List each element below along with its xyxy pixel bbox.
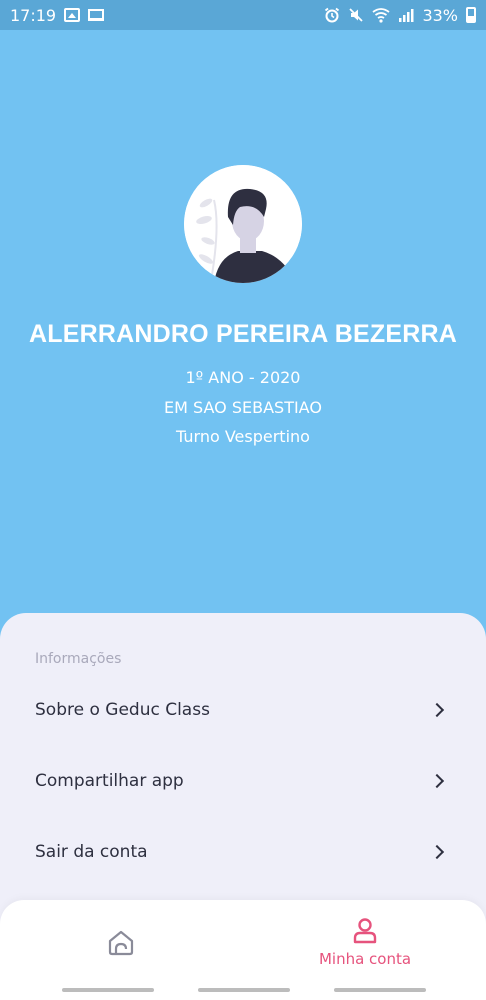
menu-item-share[interactable]: Compartilhar app bbox=[0, 751, 486, 811]
nav-account-label: Minha conta bbox=[318, 950, 412, 968]
system-recent-bar[interactable] bbox=[334, 988, 426, 992]
battery-percent: 33% bbox=[422, 5, 458, 25]
nav-home-button[interactable] bbox=[100, 922, 142, 964]
bottom-nav: Minha conta bbox=[0, 900, 486, 1000]
status-time: 17:19 bbox=[10, 5, 57, 25]
laptop-icon bbox=[88, 9, 105, 21]
section-title: Informações bbox=[35, 651, 122, 667]
user-icon bbox=[353, 918, 377, 944]
student-school: EM SAO SEBASTIAO bbox=[164, 398, 322, 417]
system-back-bar[interactable] bbox=[62, 988, 154, 992]
status-bar: 17:19 33% bbox=[0, 0, 486, 30]
menu-item-label: Sair da conta bbox=[35, 842, 148, 862]
menu-item-label: Sobre o Geduc Class bbox=[35, 700, 210, 720]
student-shift: Turno Vespertino bbox=[176, 427, 310, 446]
menu-item-label: Compartilhar app bbox=[35, 771, 184, 791]
chevron-right-icon bbox=[429, 844, 445, 860]
wifi-icon bbox=[372, 8, 390, 23]
nav-account-button[interactable]: Minha conta bbox=[305, 916, 425, 972]
home-icon bbox=[108, 930, 134, 956]
chevron-right-icon bbox=[429, 773, 445, 789]
student-name: ALERRANDRO PEREIRA BEZERRA bbox=[29, 320, 457, 348]
alarm-icon bbox=[325, 7, 340, 23]
status-right: 33% bbox=[324, 6, 476, 25]
profile-header: ALERRANDRO PEREIRA BEZERRA 1º ANO - 2020… bbox=[0, 30, 486, 630]
battery-icon bbox=[466, 7, 476, 23]
avatar-illustration-icon bbox=[184, 165, 302, 283]
chevron-right-icon bbox=[429, 702, 445, 718]
avatar[interactable] bbox=[184, 165, 302, 283]
image-icon bbox=[64, 8, 81, 22]
mute-icon bbox=[349, 8, 364, 22]
menu-item-about[interactable]: Sobre o Geduc Class bbox=[0, 680, 486, 740]
signal-icon bbox=[399, 9, 414, 22]
student-grade: 1º ANO - 2020 bbox=[185, 368, 301, 387]
system-home-bar[interactable] bbox=[198, 988, 290, 992]
menu-item-logout[interactable]: Sair da conta bbox=[0, 822, 486, 882]
status-left: 17:19 bbox=[10, 5, 105, 25]
